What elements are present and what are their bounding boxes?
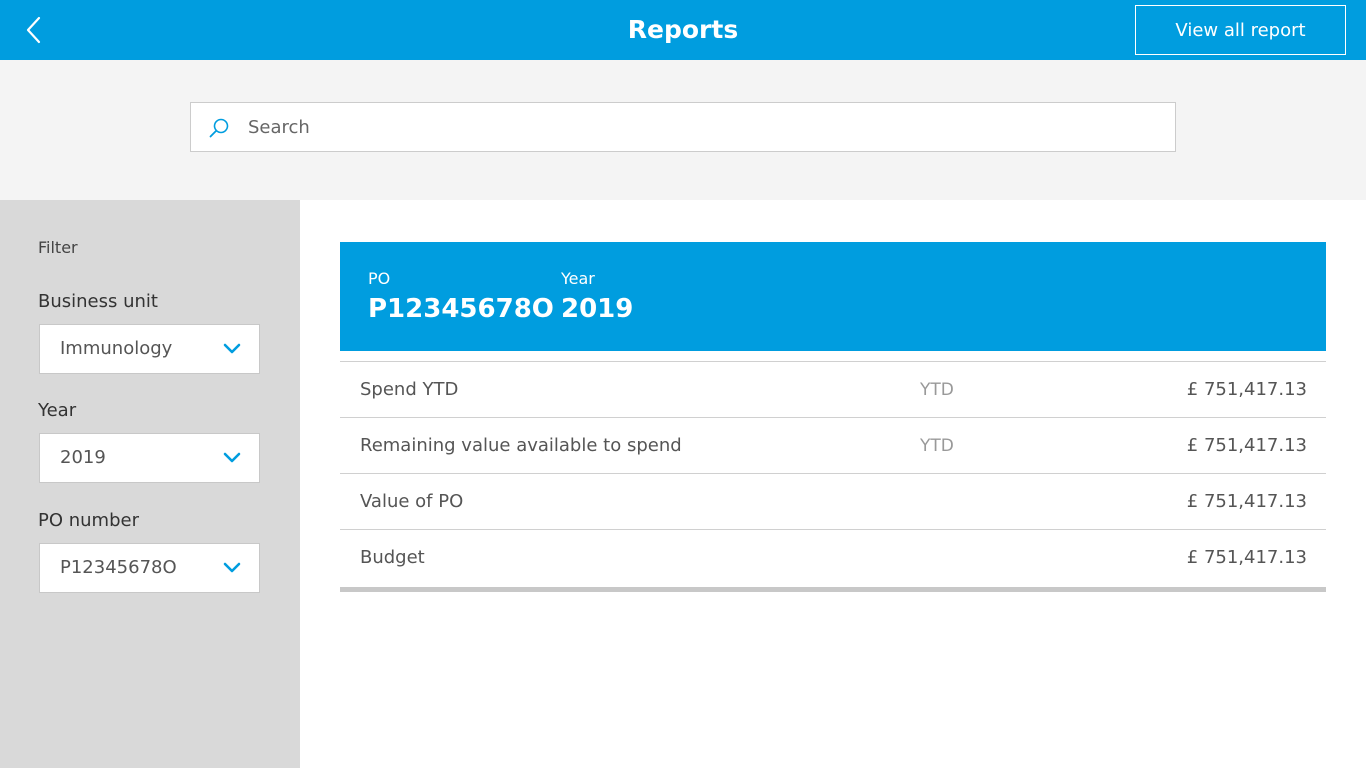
table-row: Value of PO £ 751,417.13 (340, 474, 1326, 530)
year-label: Year (561, 269, 595, 288)
app-header: Reports View all report (0, 0, 1366, 60)
row-amount: £ 751,417.13 (1186, 435, 1307, 456)
po-value: P12345678O (368, 294, 554, 324)
chevron-left-icon (26, 16, 41, 44)
row-label: Spend YTD (360, 379, 459, 400)
table-row: Remaining value available to spend YTD £… (340, 418, 1326, 474)
row-amount: £ 751,417.13 (1186, 547, 1307, 568)
table-row: Spend YTD YTD £ 751,417.13 (340, 362, 1326, 418)
report-table: Spend YTD YTD £ 751,417.13 Remaining val… (340, 361, 1326, 592)
table-row: Budget £ 751,417.13 (340, 530, 1326, 587)
po-number-label: PO number (38, 510, 139, 531)
row-period: YTD (920, 436, 954, 456)
year-dropdown[interactable]: 2019 (39, 433, 260, 483)
year-value: 2019 (60, 447, 106, 468)
row-label: Budget (360, 547, 425, 568)
row-label: Remaining value available to spend (360, 435, 682, 456)
filter-sidebar: Filter Business unit Immunology Year 201… (0, 200, 300, 768)
po-number-dropdown[interactable]: P12345678O (39, 543, 260, 593)
year-value: 2019 (561, 294, 634, 324)
row-amount: £ 751,417.13 (1186, 379, 1307, 400)
chevron-down-icon (223, 452, 241, 463)
back-button[interactable] (14, 10, 54, 50)
business-unit-label: Business unit (38, 291, 158, 312)
po-number-value: P12345678O (60, 557, 177, 578)
business-unit-dropdown[interactable]: Immunology (39, 324, 260, 374)
row-amount: £ 751,417.13 (1186, 491, 1307, 512)
po-label: PO (368, 269, 391, 288)
search-icon (209, 118, 229, 138)
row-period: YTD (920, 380, 954, 400)
chevron-down-icon (223, 562, 241, 573)
year-label: Year (38, 400, 77, 421)
search-section (0, 60, 1366, 200)
search-input[interactable] (246, 103, 1146, 151)
row-label: Value of PO (360, 491, 464, 512)
view-all-report-button[interactable]: View all report (1135, 5, 1346, 55)
po-summary-banner: PO P12345678O Year 2019 (340, 242, 1326, 351)
search-box[interactable] (190, 102, 1176, 152)
business-unit-value: Immunology (60, 338, 173, 359)
chevron-down-icon (223, 343, 241, 354)
filter-heading: Filter (38, 238, 78, 257)
